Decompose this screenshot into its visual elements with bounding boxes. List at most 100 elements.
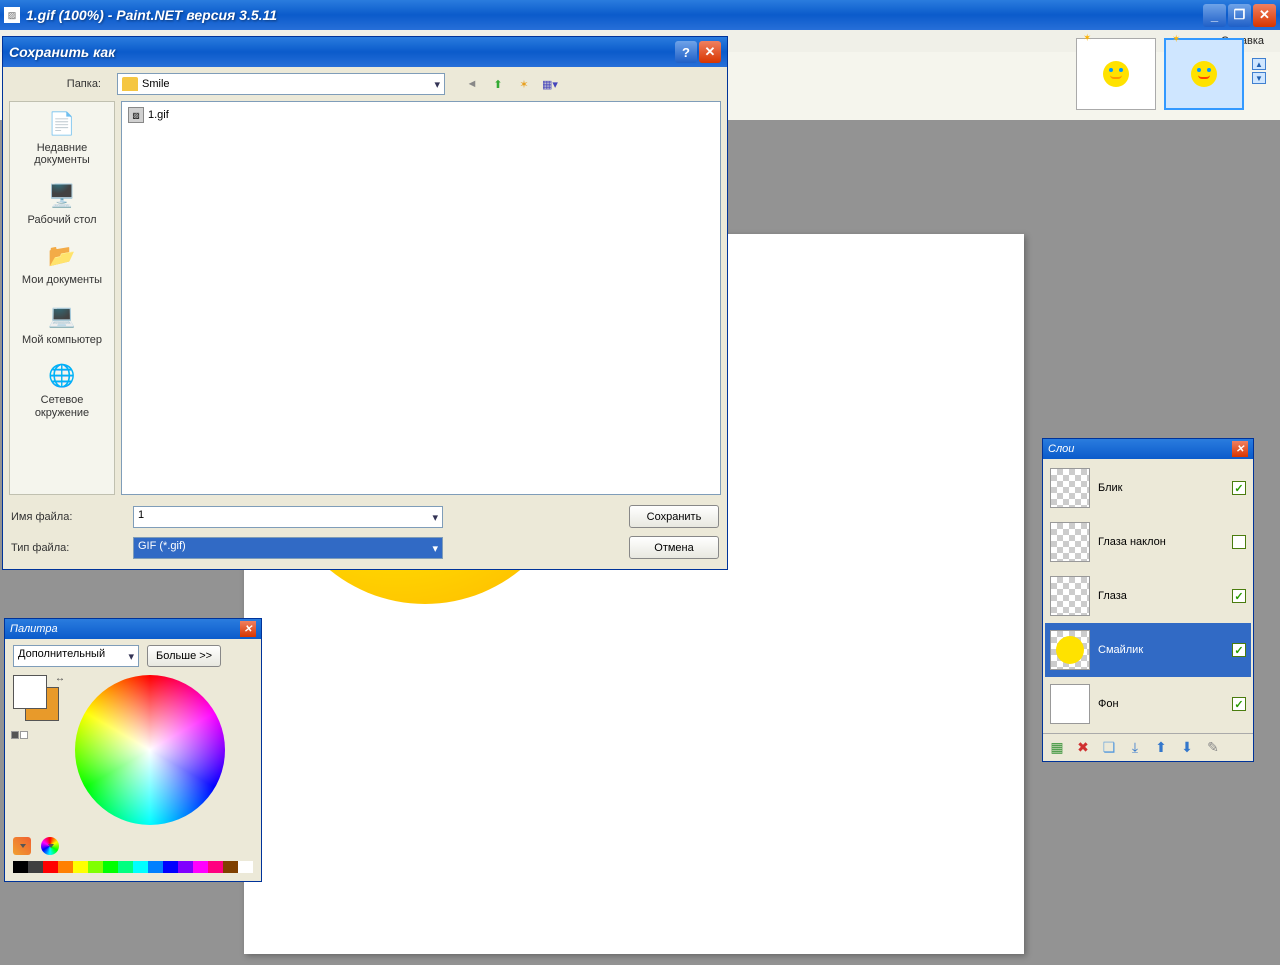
- palette-color-cell[interactable]: [103, 861, 118, 873]
- layer-mergedown-icon[interactable]: ⤓: [1125, 738, 1145, 758]
- thumb-scroll-up-icon[interactable]: ▲: [1252, 58, 1266, 70]
- app-icon: ▨: [4, 7, 20, 23]
- palette-panel-title: Палитра: [10, 623, 240, 635]
- palette-color-cell[interactable]: [28, 861, 43, 873]
- recent-icon: 📄: [46, 108, 78, 140]
- filetype-combo[interactable]: GIF (*.gif): [133, 537, 443, 559]
- palette-manage-icon[interactable]: [41, 837, 59, 855]
- save-as-dialog: Сохранить как ? ✕ Папка: Smile ◄ ⬆ ✶ ▦▾ …: [2, 36, 728, 570]
- palette-color-cell[interactable]: [133, 861, 148, 873]
- color-wheel[interactable]: [75, 675, 225, 825]
- palette-color-cell[interactable]: [58, 861, 73, 873]
- palette-color-cell[interactable]: [118, 861, 133, 873]
- layer-name-label: Глаза: [1098, 590, 1224, 602]
- file-list[interactable]: ▨ 1.gif: [121, 101, 721, 495]
- layer-movedown-icon[interactable]: ⬇: [1177, 738, 1197, 758]
- place-desktop[interactable]: 🖥️ Рабочий стол: [12, 180, 112, 226]
- palette-panel-titlebar[interactable]: Палитра ✕: [5, 619, 261, 639]
- swap-colors-icon[interactable]: ↔: [55, 673, 65, 684]
- layer-row[interactable]: Фон ✓: [1045, 677, 1251, 731]
- palette-color-cell[interactable]: [238, 861, 253, 873]
- layer-duplicate-icon[interactable]: ❏: [1099, 738, 1119, 758]
- save-button[interactable]: Сохранить: [629, 505, 719, 528]
- layer-delete-icon[interactable]: ✖: [1073, 738, 1093, 758]
- palette-color-cell[interactable]: [73, 861, 88, 873]
- primary-color-swatch[interactable]: [13, 675, 47, 709]
- place-mycomputer[interactable]: 💻 Мой компьютер: [12, 300, 112, 346]
- palette-color-cell[interactable]: [163, 861, 178, 873]
- nav-view-icon[interactable]: ▦▾: [541, 75, 559, 93]
- close-button[interactable]: ✕: [1253, 4, 1276, 27]
- desktop-icon: 🖥️: [46, 180, 78, 212]
- layer-visibility-checkbox[interactable]: ✓: [1232, 589, 1246, 603]
- layer-row[interactable]: Глаза ✓: [1045, 569, 1251, 623]
- layer-row[interactable]: Смайлик ✓: [1045, 623, 1251, 677]
- nav-back-icon[interactable]: ◄: [463, 75, 481, 93]
- layer-row[interactable]: Блик ✓: [1045, 461, 1251, 515]
- file-item[interactable]: ▨ 1.gif: [126, 106, 716, 124]
- palette-color-cell[interactable]: [13, 861, 28, 873]
- place-network[interactable]: 🌐 Сетевое окружение: [12, 360, 112, 418]
- place-recent[interactable]: 📄 Недавние документы: [12, 108, 112, 166]
- layer-row[interactable]: Глаза наклон: [1045, 515, 1251, 569]
- folder-value: Smile: [142, 78, 170, 90]
- layer-moveup-icon[interactable]: ⬆: [1151, 738, 1171, 758]
- document-thumb-1[interactable]: ✶: [1076, 38, 1156, 110]
- app-titlebar: ▨ 1.gif (100%) - Paint.NET версия 3.5.11…: [0, 0, 1280, 30]
- filename-input[interactable]: 1: [133, 506, 443, 528]
- layer-visibility-checkbox[interactable]: ✓: [1232, 481, 1246, 495]
- folder-icon: [122, 77, 138, 91]
- layer-name-label: Смайлик: [1098, 644, 1224, 656]
- minimize-button[interactable]: _: [1203, 4, 1226, 27]
- layer-name-label: Фон: [1098, 698, 1224, 710]
- layer-name-label: Блик: [1098, 482, 1224, 494]
- filetype-label: Тип файла:: [11, 542, 123, 554]
- palette-color-cell[interactable]: [43, 861, 58, 873]
- layer-name-label: Глаза наклон: [1098, 536, 1224, 548]
- palette-panel-close-icon[interactable]: ✕: [240, 621, 256, 637]
- layers-panel: Слои ✕ Блик✓Глаза наклонГлаза✓Смайлик✓Фо…: [1042, 438, 1254, 762]
- default-colors-icon[interactable]: [11, 731, 28, 739]
- palette-color-cell[interactable]: [208, 861, 223, 873]
- place-mydocs[interactable]: 📂 Мои документы: [12, 240, 112, 286]
- palette-swatches-icon[interactable]: [13, 837, 31, 855]
- layers-panel-titlebar[interactable]: Слои ✕: [1043, 439, 1253, 459]
- layer-add-icon[interactable]: ▦: [1047, 738, 1067, 758]
- dialog-title: Сохранить как: [9, 44, 673, 60]
- layer-visibility-checkbox[interactable]: ✓: [1232, 643, 1246, 657]
- layers-panel-title: Слои: [1048, 443, 1232, 455]
- folder-combo[interactable]: Smile: [117, 73, 445, 95]
- cancel-button[interactable]: Отмена: [629, 536, 719, 559]
- palette-color-cell[interactable]: [193, 861, 208, 873]
- palette-mode-combo[interactable]: Дополнительный: [13, 645, 139, 667]
- maximize-button[interactable]: ❐: [1228, 4, 1251, 27]
- layer-properties-icon[interactable]: ✎: [1203, 738, 1223, 758]
- layer-visibility-checkbox[interactable]: ✓: [1232, 697, 1246, 711]
- palette-color-cell[interactable]: [88, 861, 103, 873]
- palette-color-cell[interactable]: [178, 861, 193, 873]
- filename-label: Имя файла:: [11, 511, 123, 523]
- palette-color-cell[interactable]: [148, 861, 163, 873]
- palette-color-strip[interactable]: [13, 861, 253, 873]
- dialog-close-button[interactable]: ✕: [699, 41, 721, 63]
- document-thumbnails: ✶ ✶ ▲ ▼: [1076, 30, 1266, 114]
- color-swatch[interactable]: ↔: [13, 675, 63, 725]
- network-icon: 🌐: [46, 360, 78, 392]
- palette-panel: Палитра ✕ Дополнительный Больше >> ↔: [4, 618, 262, 882]
- palette-more-button[interactable]: Больше >>: [147, 645, 221, 667]
- app-title: 1.gif (100%) - Paint.NET версия 3.5.11: [26, 7, 1203, 23]
- nav-newfolder-icon[interactable]: ✶: [515, 75, 533, 93]
- layers-panel-close-icon[interactable]: ✕: [1232, 441, 1248, 457]
- dialog-help-button[interactable]: ?: [675, 41, 697, 63]
- document-thumb-2[interactable]: ✶: [1164, 38, 1244, 110]
- layer-thumbnail: [1050, 576, 1090, 616]
- layers-toolbar: ▦ ✖ ❏ ⤓ ⬆ ⬇ ✎: [1043, 733, 1253, 761]
- nav-up-icon[interactable]: ⬆: [489, 75, 507, 93]
- file-name: 1.gif: [148, 109, 169, 121]
- folder-label: Папка:: [11, 78, 111, 90]
- thumb-scroll-down-icon[interactable]: ▼: [1252, 72, 1266, 84]
- layer-visibility-checkbox[interactable]: [1232, 535, 1246, 549]
- palette-color-cell[interactable]: [223, 861, 238, 873]
- dialog-titlebar: Сохранить как ? ✕: [3, 37, 727, 67]
- layer-thumbnail: [1050, 522, 1090, 562]
